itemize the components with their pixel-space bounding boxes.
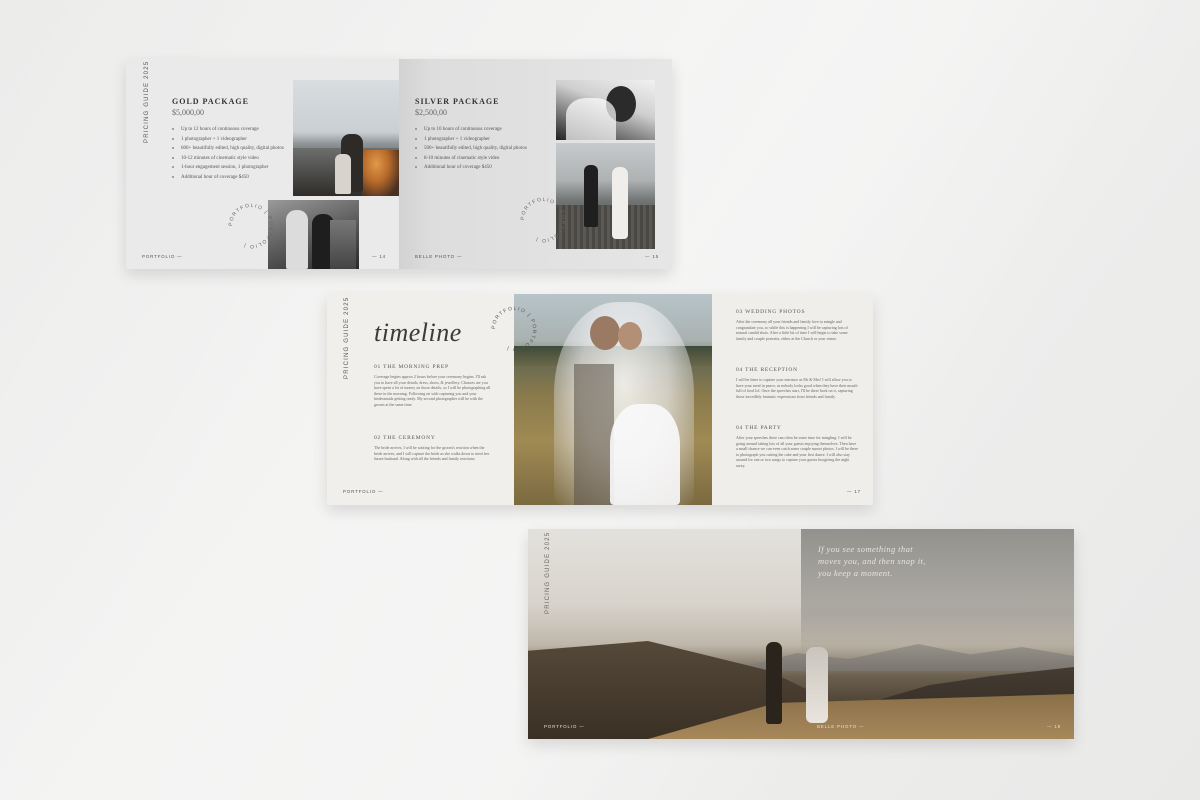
timeline-spread: PRICING GUIDE 2025 timeline 01 THE MORNI… [327,294,873,505]
svg-text:PORTFOLIO | PORTFOLIO |: PORTFOLIO | PORTFOLIO | [228,203,274,249]
timeline-title: timeline [374,318,462,347]
page-number: — 15 [645,254,659,259]
footer-label: BELLE PHOTO — [415,254,463,259]
pricing-spread: PRICING GUIDE 2025 GOLD PACKAGE $5,000,0… [126,59,672,269]
package-price: $5,000,00 [172,108,204,117]
timeline-section: 04 THE RECEPTION I will be there to capt… [736,367,858,399]
feature-item: 600+ beautifully edited, high quality, d… [172,146,297,151]
feature-item: Up to 12 hours of continuous coverage [172,127,297,132]
timeline-section: 03 WEDDING PHOTOS After the ceremony all… [736,309,848,341]
footer-label: PORTFOLIO — [544,724,585,729]
walking-couple-photo [556,143,655,249]
gold-package-page: PRICING GUIDE 2025 GOLD PACKAGE $5,000,0… [126,59,399,269]
vertical-label: PRICING GUIDE 2025 [545,531,551,614]
timeline-section: 01 THE MORNING PREP Coverage begins appr… [374,364,491,407]
portfolio-stamp: PORTFOLIO | PORTFOLIO | [520,197,566,243]
vertical-label: PRICING GUIDE 2025 [144,60,150,143]
page-number: — 17 [847,489,861,494]
footer-label: BELLE PHOTO — [817,724,865,729]
feature-list: Up to 12 hours of continuous coverage 1 … [172,127,297,180]
feature-item: 1 photographer + 1 videographer [415,137,555,142]
feature-item: 500+ beautifully edited, high quality, d… [415,146,555,151]
feature-item: 1-hour engagement session, 1 photographe… [172,165,297,170]
feature-item: Up to 10 hours of continuous coverage [415,127,555,132]
veil-couple-photo [514,294,712,505]
timeline-section: 04 THE PARTY After your speeches there c… [736,425,858,468]
footer-label: PORTFOLIO — [343,489,384,494]
bw-kiss-photo [556,80,655,140]
feature-item: Additional hour of coverage $450 [415,165,555,170]
portfolio-stamp: PORTFOLIO | PORTFOLIO | [228,203,274,249]
svg-text:PORTFOLIO | PORTFOLIO |: PORTFOLIO | PORTFOLIO | [520,197,566,243]
page-number: — 19 [1047,724,1061,729]
silver-package-page: SILVER PACKAGE $2,500,00 Up to 10 hours … [399,59,672,269]
footer-label: PORTFOLIO — [142,254,183,259]
feature-item: 8-10 minutes of cinematic style video [415,156,555,161]
timeline-right-page: 03 WEDDING PHOTOS After the ceremony all… [712,294,873,505]
svg-text:PORTFOLIO | PORTFOLIO |: PORTFOLIO | PORTFOLIO | [491,306,537,352]
package-title: GOLD PACKAGE [172,97,249,106]
timeline-section: 02 THE CEREMONY The bride arrives, I wil… [374,435,490,462]
feature-item: Additional hour of coverage $450 [172,175,297,180]
feature-item: 1 photographer + 1 videographer [172,137,297,142]
feature-list: Up to 10 hours of continuous coverage 1 … [415,127,555,170]
vertical-label: PRICING GUIDE 2025 [344,296,350,379]
landscape-spread: PRICING GUIDE 2025 If you see something … [528,529,1074,739]
feature-item: 10-12 minutes of cinematic style video [172,156,297,161]
bride-figure [806,647,828,723]
page-number: — 14 [372,254,386,259]
package-title: SILVER PACKAGE [415,97,500,106]
portfolio-stamp: PORTFOLIO | PORTFOLIO | [491,306,537,352]
package-price: $2,500,00 [415,108,447,117]
groom-figure [766,642,782,724]
quote-text: If you see something that moves you, and… [818,544,926,578]
timeline-left-page: PRICING GUIDE 2025 timeline 01 THE MORNI… [327,294,514,505]
bw-veil-photo [268,200,359,269]
beach-couple-photo [293,80,399,196]
